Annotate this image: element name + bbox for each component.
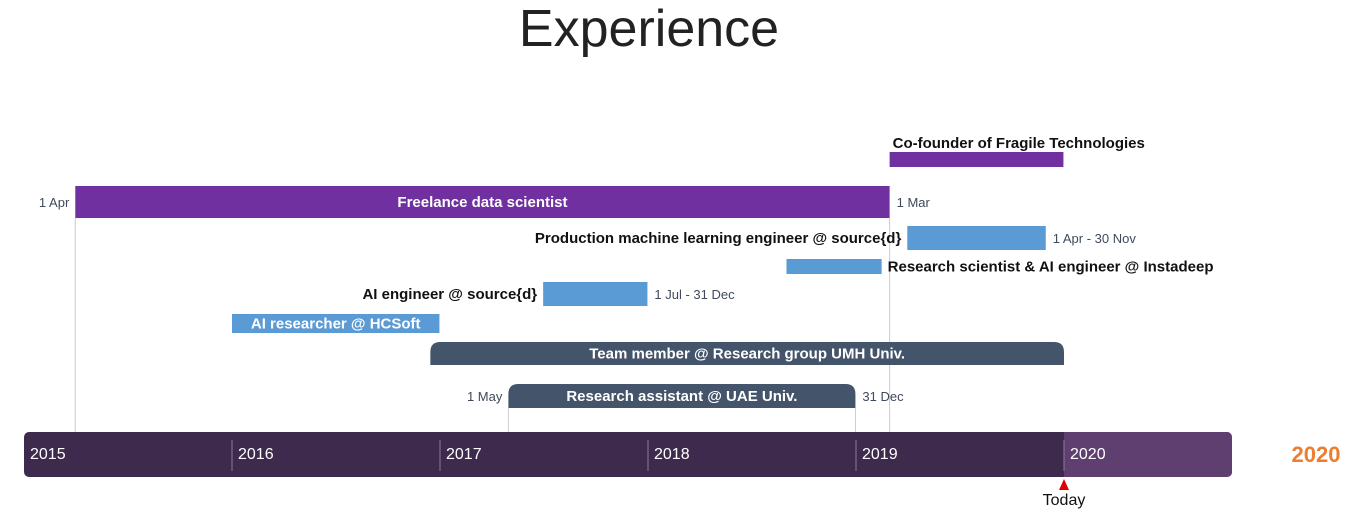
bar-label: AI researcher @ HCSoft	[251, 316, 421, 333]
today-label: Today	[1043, 492, 1086, 509]
end-date-label: 1 Apr - 30 Nov	[1053, 231, 1137, 246]
start-date-label: 1 Apr	[39, 195, 70, 210]
bar-label: Team member @ Research group UMH Univ.	[589, 346, 905, 363]
time-axis: 2015 2016 2017 2018 2019 2020 2020 Today	[24, 432, 1340, 509]
axis-band-past	[24, 432, 1232, 477]
page-title: Experience	[519, 0, 779, 58]
axis-tick-label: 2015	[30, 446, 66, 463]
axis-tick-label: 2016	[238, 446, 274, 463]
bar-label: Research scientist & AI engineer @ Insta…	[888, 259, 1214, 276]
bar-label: Research assistant @ UAE Univ.	[566, 388, 797, 405]
timeline-bar	[543, 282, 648, 306]
bar-label: Production machine learning engineer @ s…	[535, 230, 902, 247]
current-year-label: 2020	[1292, 442, 1341, 467]
timeline-bars: Co-founder of Fragile Technologies Freela…	[39, 135, 1214, 408]
end-date-label: 31 Dec	[862, 389, 904, 404]
timeline-bar	[889, 152, 1064, 167]
end-date-label: 1 Mar	[897, 195, 931, 210]
bar-label: AI engineer @ source{d}	[362, 286, 537, 303]
bar-label: Freelance data scientist	[397, 194, 567, 211]
timeline-bar	[786, 259, 882, 274]
bar-label: Co-founder of Fragile Technologies	[893, 135, 1145, 152]
timeline-bar	[907, 226, 1046, 250]
axis-tick-label: 2017	[446, 446, 482, 463]
today-marker-icon	[1059, 479, 1069, 490]
axis-tick-label: 2020	[1070, 446, 1106, 463]
axis-tick-label: 2018	[654, 446, 690, 463]
timeline-chart: Experience Co-founder of Fragile Technol…	[24, 0, 1340, 509]
end-date-label: 1 Jul - 31 Dec	[654, 287, 735, 302]
axis-tick-label: 2019	[862, 446, 898, 463]
start-date-label: 1 May	[467, 389, 503, 404]
